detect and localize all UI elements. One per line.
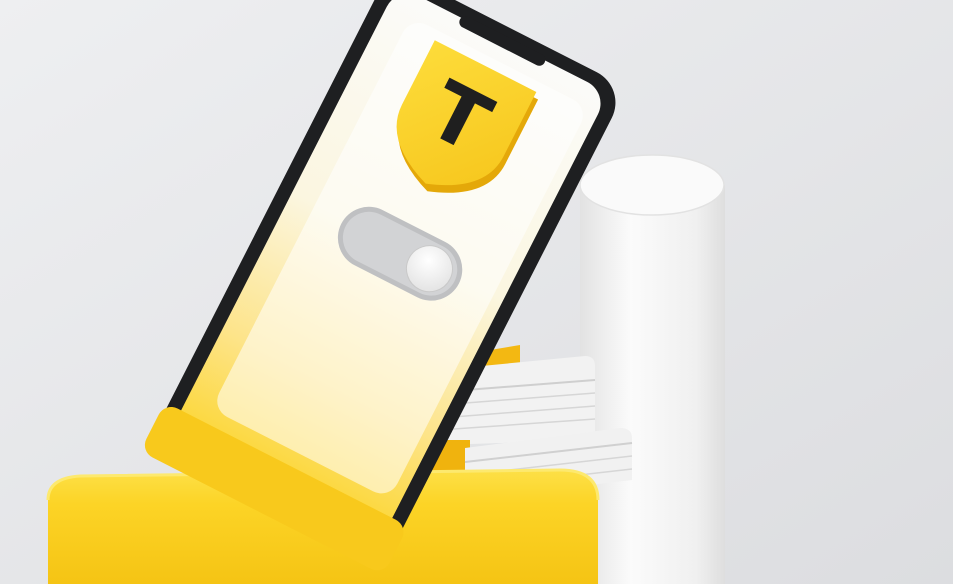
white-cylinder bbox=[579, 154, 725, 584]
illustration-scene: T bbox=[0, 0, 953, 584]
